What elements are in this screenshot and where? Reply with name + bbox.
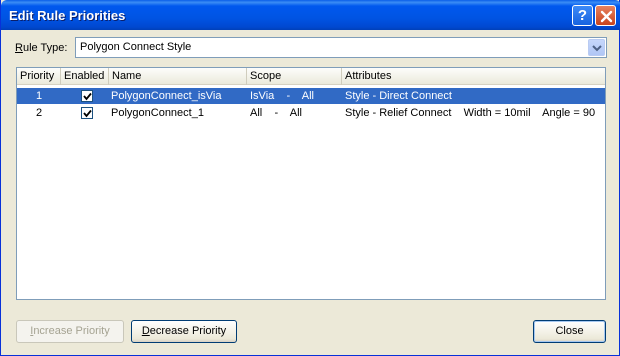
chevron-down-icon bbox=[592, 45, 602, 52]
table-row[interactable]: 2 PolygonConnect_1 All - All Style - Rel… bbox=[17, 105, 605, 121]
rules-grid[interactable]: Priority Enabled Name Scope Attributes 1… bbox=[16, 67, 606, 300]
close-button[interactable]: Close bbox=[533, 320, 606, 343]
enabled-checkbox[interactable] bbox=[81, 107, 93, 119]
priority-cell: 2 bbox=[35, 107, 43, 119]
checkmark-icon bbox=[83, 109, 92, 118]
help-button[interactable]: ? bbox=[572, 5, 593, 26]
rule-type-value: Polygon Connect Style bbox=[80, 41, 192, 53]
increase-priority-button[interactable]: Increase Priority bbox=[16, 320, 124, 343]
title-bar[interactable]: Edit Rule Priorities ? bbox=[1, 0, 620, 30]
rule-type-label: Rule Type: bbox=[15, 42, 68, 54]
column-header-name[interactable]: Name bbox=[109, 68, 247, 85]
name-cell: PolygonConnect_isVia bbox=[111, 90, 222, 102]
close-icon bbox=[600, 10, 613, 23]
edit-rule-priorities-dialog: Edit Rule Priorities ? Rule Type: Polygo… bbox=[0, 0, 620, 356]
close-window-button[interactable] bbox=[595, 5, 616, 26]
priority-cell: 1 bbox=[35, 90, 43, 102]
enabled-checkbox[interactable] bbox=[81, 90, 93, 102]
dropdown-button[interactable] bbox=[588, 39, 605, 56]
window-title: Edit Rule Priorities bbox=[9, 8, 126, 23]
scope-cell: All - All bbox=[250, 107, 302, 119]
column-header-enabled[interactable]: Enabled bbox=[61, 68, 109, 85]
help-icon: ? bbox=[577, 7, 588, 24]
column-header-scope[interactable]: Scope bbox=[247, 68, 342, 85]
attributes-cell: Style - Relief Connect Width = 10mil Ang… bbox=[345, 107, 606, 119]
attributes-cell: Style - Direct Connect bbox=[345, 90, 452, 102]
column-header-priority[interactable]: Priority bbox=[17, 68, 61, 85]
column-header-attributes[interactable]: Attributes bbox=[342, 68, 605, 85]
rule-type-select[interactable]: Polygon Connect Style bbox=[75, 37, 607, 58]
checkmark-icon bbox=[83, 92, 92, 101]
decrease-priority-button[interactable]: Decrease Priority bbox=[131, 320, 237, 343]
name-cell: PolygonConnect_1 bbox=[111, 107, 204, 119]
scope-cell: IsVia - All bbox=[250, 90, 314, 102]
table-row[interactable]: 1 PolygonConnect_isVia IsVia - All Style… bbox=[17, 88, 605, 104]
grid-header: Priority Enabled Name Scope Attributes bbox=[17, 68, 605, 85]
